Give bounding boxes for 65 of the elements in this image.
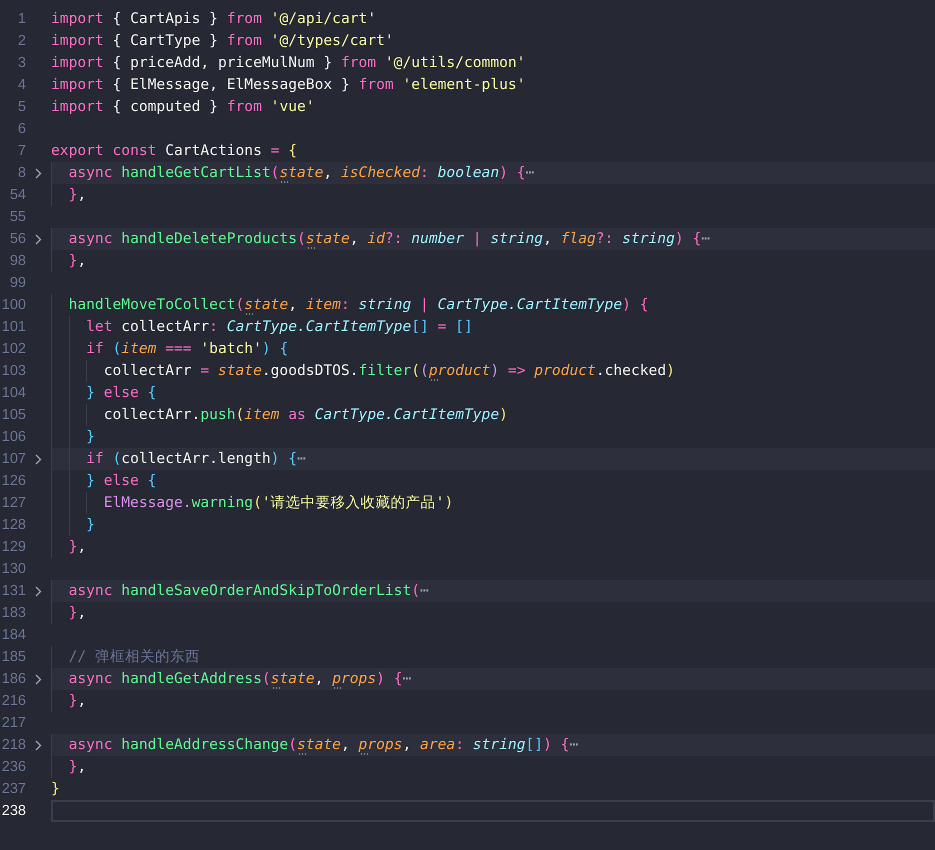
- line-number: 1: [16, 11, 26, 27]
- code-line: if (item === 'batch') {: [51, 338, 935, 360]
- line-number: 106: [0, 429, 26, 445]
- code-line: },: [51, 536, 935, 558]
- line-number: 101: [0, 319, 26, 335]
- chevron-right-icon[interactable]: [35, 586, 42, 596]
- line-number: 236: [0, 759, 26, 775]
- line-number: 5: [16, 99, 26, 115]
- line-number: 104: [0, 385, 26, 401]
- line-number: 218: [0, 737, 26, 753]
- line-number: 8: [16, 165, 26, 181]
- code-line: }: [51, 779, 61, 799]
- line-number: 56: [8, 231, 26, 247]
- code-line: },: [51, 184, 935, 206]
- line-number: 4: [16, 77, 26, 93]
- line-number: 3: [16, 55, 26, 71]
- code-line: collectArr = state.goodsDTOS.filter((product) => product.checked): [51, 360, 935, 382]
- code-line: } else {: [51, 382, 935, 404]
- line-number: 186: [0, 671, 26, 687]
- line-number: 7: [16, 143, 26, 159]
- line-number: 105: [0, 407, 26, 423]
- code-line: import { computed } from 'vue': [51, 97, 316, 117]
- chevron-right-icon[interactable]: [35, 674, 42, 684]
- line-number: 216: [0, 693, 26, 709]
- code-line: import { CartApis } from '@/api/cart': [51, 9, 378, 29]
- line-number: 107: [0, 451, 26, 467]
- line-number: 6: [16, 121, 26, 137]
- line-number: 55: [8, 209, 26, 225]
- code-line: export const CartActions = {: [51, 141, 298, 161]
- line-number: 127: [0, 495, 26, 511]
- line-number: 128: [0, 517, 26, 533]
- code-line: },: [51, 250, 935, 272]
- line-number: 237: [0, 781, 26, 797]
- code-line: import { priceAdd, priceMulNum } from '@/utils/common': [51, 53, 526, 73]
- chevron-right-icon[interactable]: [35, 168, 42, 178]
- line-number: 183: [0, 605, 26, 621]
- code-line: import { CartType } from '@/types/cart': [51, 31, 395, 51]
- code-line: let collectArr: CartType.CartItemType[] = []: [51, 316, 935, 338]
- code-line: import { ElMessage, ElMessageBox } from 'element-plus': [51, 75, 526, 95]
- line-number: 100: [0, 297, 26, 313]
- code-line: },: [51, 602, 935, 624]
- line-number: 2: [16, 33, 26, 49]
- line-number: 217: [0, 715, 26, 731]
- line-number: 184: [0, 627, 26, 643]
- line-number: 102: [0, 341, 26, 357]
- chevron-right-icon[interactable]: [35, 234, 42, 244]
- line-number: 130: [0, 561, 26, 577]
- code-line: ElMessage.warning('请选中要移入收藏的产品'): [51, 492, 935, 514]
- line-number: 238: [0, 803, 26, 819]
- code-line: },: [51, 756, 935, 778]
- line-number: 98: [8, 253, 26, 269]
- code-line: collectArr.push(item as CartType.CartItemType): [51, 404, 935, 426]
- chevron-right-icon[interactable]: [35, 454, 42, 464]
- line-number: 99: [8, 275, 26, 291]
- code-line: }: [51, 514, 935, 536]
- code-line: } else {: [51, 470, 935, 492]
- line-number: 54: [8, 187, 26, 203]
- line-number: 126: [0, 473, 26, 489]
- line-number: 103: [0, 363, 26, 379]
- code-line: handleMoveToCollect(state, item: string | CartType.CartItemType) {: [51, 294, 935, 316]
- chevron-right-icon[interactable]: [35, 740, 42, 750]
- code-line: },: [51, 690, 935, 712]
- line-number: 185: [0, 649, 26, 665]
- line-number: 129: [0, 539, 26, 555]
- line-number: 131: [0, 583, 26, 599]
